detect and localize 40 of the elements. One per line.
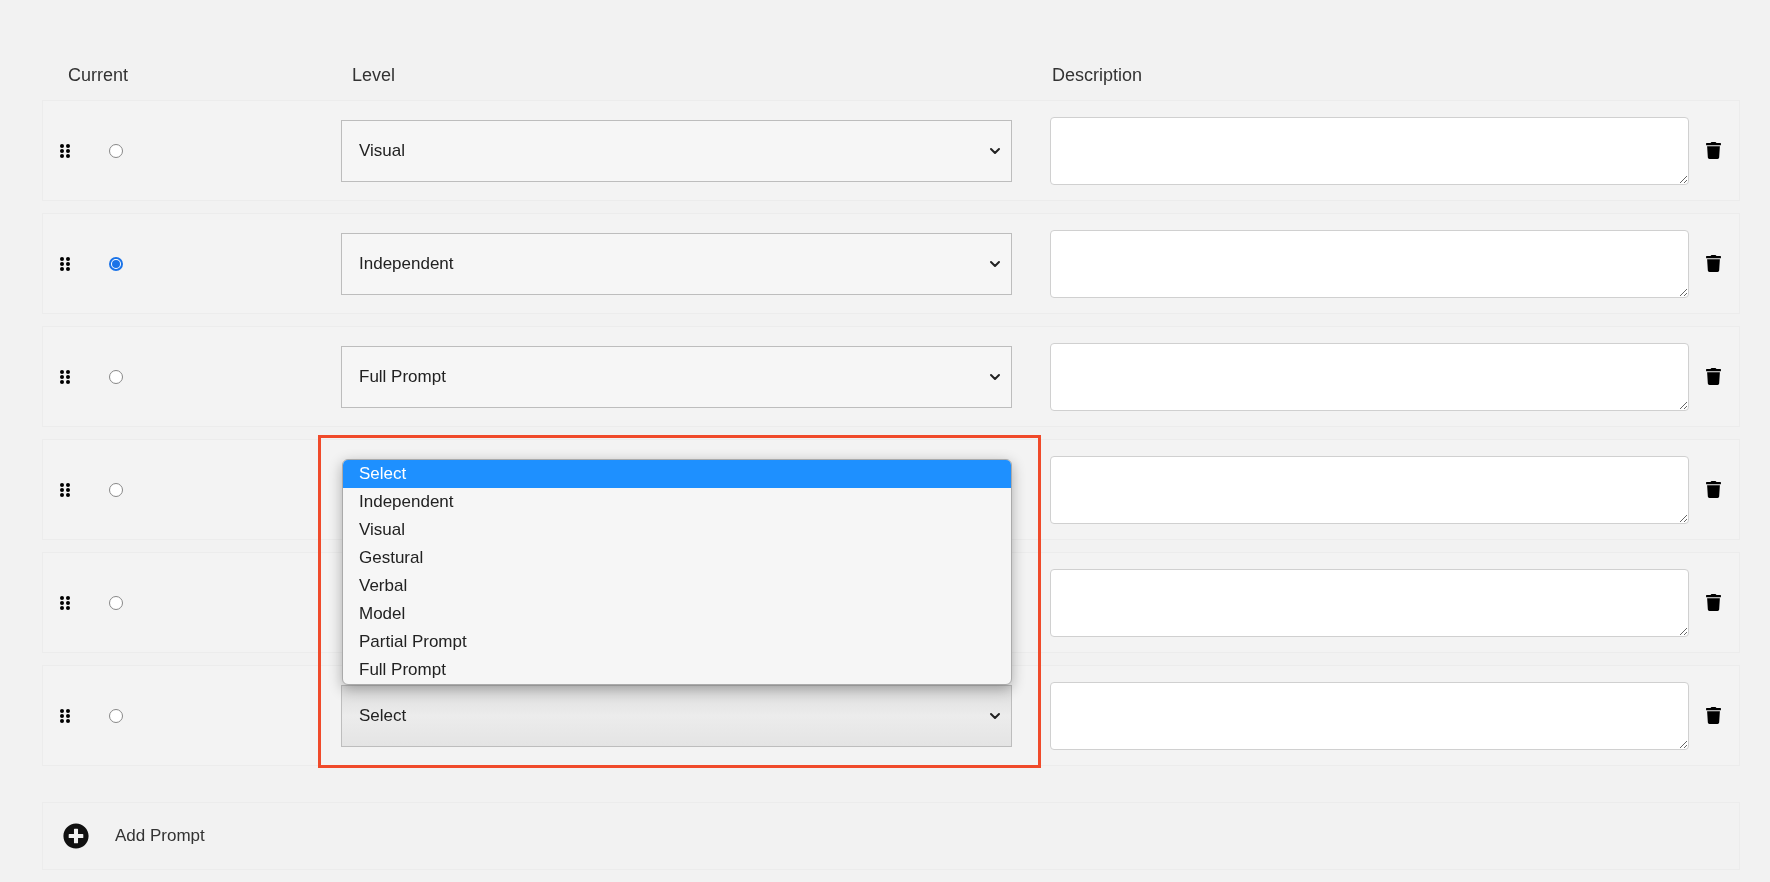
drag-handle-icon[interactable] [60, 143, 70, 158]
trash-icon [1704, 368, 1722, 385]
dropdown-option[interactable]: Model [343, 599, 1011, 628]
add-icon [63, 823, 89, 849]
description-field[interactable] [1050, 116, 1689, 185]
trash-icon [1704, 255, 1722, 272]
column-header: Description [1052, 63, 1143, 87]
trash-icon [1704, 142, 1722, 159]
current-radio[interactable] [109, 256, 123, 271]
drag-handle-icon[interactable] [60, 708, 70, 723]
drag-handle-icon[interactable] [60, 369, 70, 384]
description-field[interactable] [1050, 568, 1689, 637]
description-field[interactable] [1050, 455, 1689, 524]
level-select[interactable]: Visual [341, 119, 1012, 182]
current-radio[interactable] [109, 595, 123, 610]
dropdown-option[interactable]: Partial Prompt [343, 627, 1011, 656]
dropdown-option[interactable]: Independent [343, 487, 1011, 516]
dropdown-option[interactable]: Gestural [343, 543, 1011, 572]
column-header: Current [68, 63, 130, 87]
trash-icon [1704, 594, 1722, 611]
current-radio[interactable] [109, 482, 123, 497]
description-field[interactable] [1050, 229, 1689, 298]
drag-handle-icon[interactable] [60, 482, 70, 497]
level-select[interactable]: Independent [341, 232, 1012, 295]
dropdown-option[interactable]: Visual [343, 515, 1011, 544]
level-select[interactable]: Select [341, 684, 1012, 747]
dropdown-option[interactable]: Full Prompt [343, 655, 1011, 684]
column-header: Level [352, 63, 397, 87]
drag-handle-icon[interactable] [60, 256, 70, 271]
current-radio[interactable] [109, 369, 123, 384]
current-radio[interactable] [109, 143, 123, 158]
drag-handle-icon[interactable] [60, 595, 70, 610]
current-radio[interactable] [109, 708, 123, 723]
dropdown-option[interactable]: Verbal [343, 571, 1011, 600]
description-field[interactable] [1050, 681, 1689, 750]
trash-icon [1704, 481, 1722, 498]
description-field[interactable] [1050, 342, 1689, 411]
level-select[interactable]: Full Prompt [341, 345, 1012, 408]
add-prompt-button[interactable]: Add Prompt [63, 823, 205, 849]
trash-icon [1704, 707, 1722, 724]
